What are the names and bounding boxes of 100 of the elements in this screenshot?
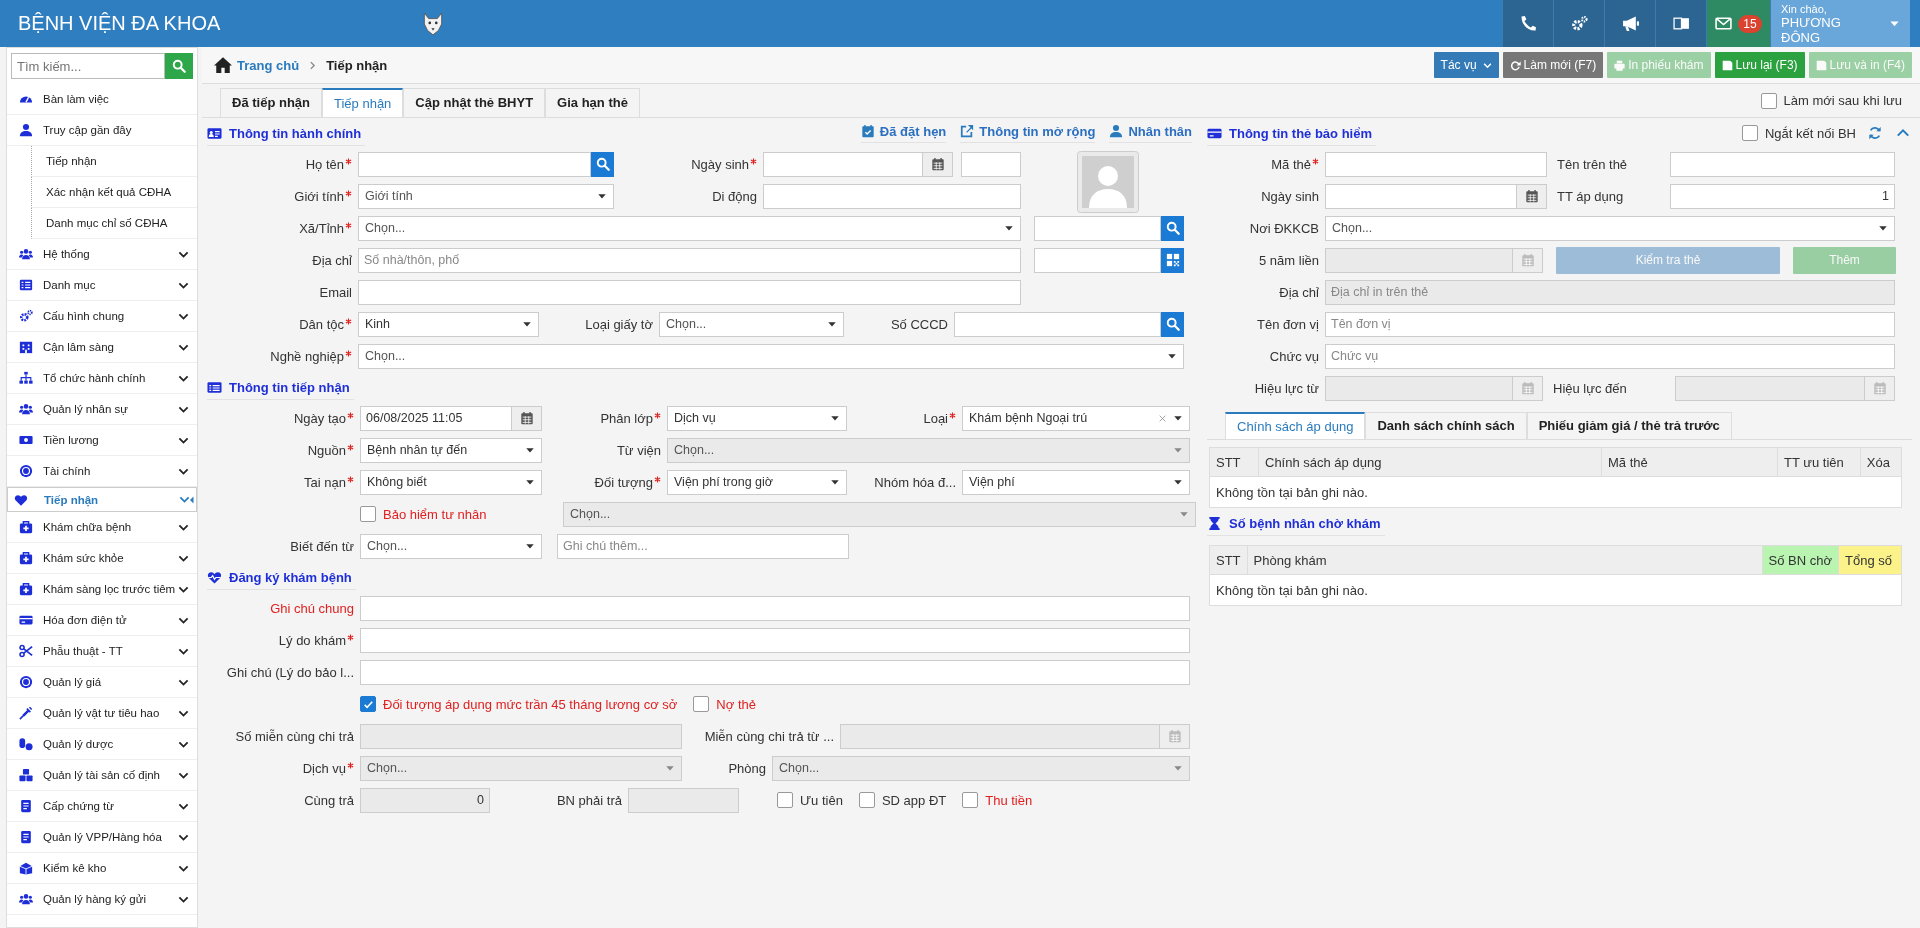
dropdown[interactable]: Bệnh nhân tự đến	[360, 437, 542, 463]
text-field[interactable]: Chức vụ	[1325, 343, 1895, 369]
search-button[interactable]	[1161, 215, 1184, 241]
announcement-button[interactable]	[1604, 0, 1655, 47]
header-link[interactable]: Nhân thân	[1109, 123, 1192, 143]
checkbox[interactable]	[1760, 92, 1777, 109]
text-field[interactable]	[1325, 183, 1517, 209]
checkbox[interactable]	[360, 506, 376, 522]
dropdown[interactable]: Chọn...	[659, 311, 844, 337]
header-link[interactable]: Đã đặt hẹn	[860, 123, 947, 143]
tab[interactable]: Gia hạn thẻ	[545, 88, 640, 117]
sidebar-item[interactable]: Quản lý VPP/Hàng hóa	[7, 822, 197, 853]
text-field[interactable]	[1325, 151, 1547, 177]
text-field[interactable]: 1	[1670, 183, 1895, 209]
sidebar-item[interactable]: Quản lý hàng ký gửi	[7, 884, 197, 915]
checkbox[interactable]	[1741, 125, 1758, 141]
search-field[interactable]: Tìm kiếm...	[11, 53, 165, 79]
text-field[interactable]: Tên đơn vị	[1325, 311, 1895, 337]
qr-code-button[interactable]	[1161, 247, 1184, 273]
sidebar-item[interactable]: Cấu hình chung	[7, 301, 197, 332]
dropdown[interactable]: Chọn...	[358, 215, 1021, 241]
dropdown[interactable]: Chọn...	[358, 343, 1184, 369]
dropdown[interactable]: Giới tính	[358, 183, 614, 209]
sidebar-item[interactable]: Quản lý vật tư tiêu hao	[7, 698, 197, 729]
dropdown[interactable]: Chọn...	[360, 533, 542, 559]
text-field[interactable]	[360, 595, 1190, 621]
dropdown[interactable]: Dịch vụ	[667, 405, 847, 431]
sidebar-item[interactable]: Bàn làm việc	[7, 84, 197, 115]
field-label: Di động	[712, 188, 757, 204]
tab[interactable]: Chính sách áp dụng	[1225, 412, 1366, 439]
text-field[interactable]	[360, 659, 1190, 685]
field-label: Biết đến từ	[290, 538, 354, 554]
sidebar-item[interactable]: Hệ thống	[7, 239, 197, 270]
sidebar-item[interactable]: Quản lý giá	[7, 667, 197, 698]
text-field[interactable]	[1670, 151, 1895, 177]
sidebar-item[interactable]: Khám sàng lọc trước tiêm	[7, 574, 197, 605]
refresh-button[interactable]	[1866, 126, 1884, 140]
dropdown[interactable]: Chọn...	[1325, 215, 1895, 241]
search-button[interactable]	[591, 151, 614, 177]
sidebar-item[interactable]: Tổ chức hành chính	[7, 363, 197, 394]
sidebar-item[interactable]: Tiền lương	[7, 425, 197, 456]
text-field[interactable]	[358, 279, 1021, 305]
sidebar-item[interactable]: Quản lý nhân sự	[7, 394, 197, 425]
dropdown[interactable]: Không biết	[360, 469, 542, 495]
search-button[interactable]	[1161, 311, 1184, 337]
checkbox[interactable]	[360, 696, 376, 712]
sidebar-subitem[interactable]: Tiếp nhận	[31, 146, 197, 177]
sidebar-item[interactable]: Cấp chứng từ	[7, 791, 197, 822]
mail-button[interactable]: 15	[1706, 0, 1770, 47]
sidebar-item[interactable]: Khám sức khỏe	[7, 543, 197, 574]
sidebar-item[interactable]: Hóa đơn điện tử	[7, 605, 197, 636]
action-button[interactable]: Tác vụ	[1433, 52, 1499, 78]
calendar-button[interactable]	[1517, 183, 1547, 209]
sidebar-item[interactable]: Quản lý tài sản cố định	[7, 760, 197, 791]
sidebar-item[interactable]: Kiểm kê kho	[7, 853, 197, 884]
tab[interactable]: Phiếu giảm giá / thẻ trả trước	[1526, 412, 1732, 439]
printer-icon	[1614, 59, 1626, 71]
text-field[interactable]: Số nhà/thôn, phố	[358, 247, 1021, 273]
dropdown[interactable]: Viện phí	[962, 469, 1190, 495]
tab[interactable]: Đã tiếp nhận	[220, 88, 322, 117]
sidebar-item[interactable]: Truy cập gần đây	[7, 115, 197, 146]
checkbox[interactable]	[962, 792, 979, 808]
text-field[interactable]	[1034, 215, 1161, 241]
sidebar-item[interactable]: Tiếp nhận	[7, 487, 197, 512]
sidebar-item[interactable]: Quản lý dược	[7, 729, 197, 760]
header-link[interactable]: Thông tin mở rộng	[960, 123, 1096, 143]
sidebar-item[interactable]: Khám chữa bệnh	[7, 512, 197, 543]
field-label: Hiệu lực từ	[1254, 380, 1319, 396]
dropdown[interactable]: Kinh	[358, 311, 539, 337]
checkbox[interactable]	[777, 792, 793, 808]
search-button[interactable]	[165, 53, 193, 79]
language-button[interactable]	[1655, 0, 1706, 47]
sidebar-subitem[interactable]: Danh mục chỉ số CĐHA	[31, 208, 197, 239]
settings-button[interactable]	[1553, 0, 1604, 47]
checkbox[interactable]	[858, 792, 875, 808]
text-field[interactable]	[954, 311, 1161, 337]
action-button[interactable]: Làm mới (F7)	[1502, 52, 1604, 78]
text-field[interactable]: Ghi chú thêm...	[557, 533, 849, 559]
text-field[interactable]	[763, 183, 1021, 209]
tab[interactable]: Danh sách chính sách	[1365, 412, 1527, 439]
tab[interactable]: Tiếp nhận	[322, 88, 404, 117]
phone-button[interactable]	[1502, 0, 1553, 47]
breadcrumb-link[interactable]: Trang chủ	[237, 57, 300, 73]
text-field[interactable]	[1034, 247, 1161, 273]
text-field[interactable]	[360, 627, 1190, 653]
text-field[interactable]	[763, 151, 923, 177]
sidebar-item[interactable]: Cận lâm sàng	[7, 332, 197, 363]
calendar-button[interactable]	[512, 405, 542, 431]
tab[interactable]: Cập nhật thẻ BHYT	[403, 88, 546, 117]
heartbeat-icon	[207, 569, 222, 585]
calendar-button[interactable]	[923, 151, 953, 177]
text-field[interactable]: 06/08/2025 11:05	[360, 405, 512, 431]
dropdown[interactable]: Khám bệnh Ngoại trú	[962, 405, 1190, 431]
sidebar-subitem[interactable]: Xác nhận kết quả CĐHA	[31, 177, 197, 208]
text-field[interactable]	[961, 151, 1021, 177]
checkbox[interactable]	[693, 696, 710, 712]
dropdown[interactable]: Viện phí trong giờ	[667, 469, 847, 495]
text-field[interactable]	[358, 151, 591, 177]
sidebar-item[interactable]: Danh mục	[7, 270, 197, 301]
sidebar-item[interactable]: Phẫu thuật - TT	[7, 636, 197, 667]
